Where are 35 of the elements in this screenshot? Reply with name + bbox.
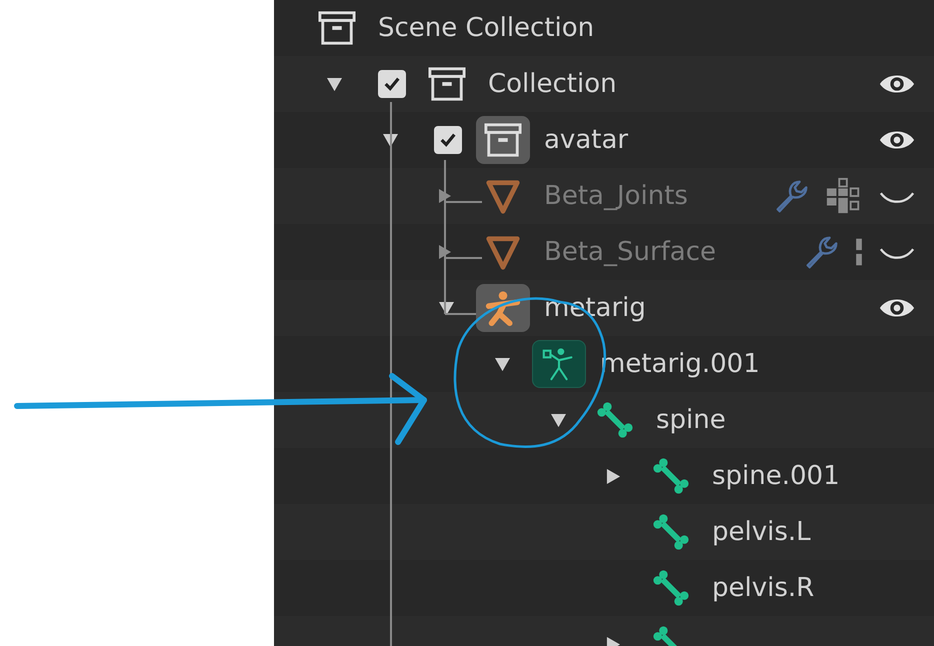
expand-arrow-icon [438, 188, 452, 204]
checkbox[interactable] [378, 70, 406, 98]
expand-toggle[interactable] [550, 412, 567, 428]
collapse-arrow-icon [438, 300, 455, 316]
expand-toggle[interactable] [606, 468, 621, 484]
collapse-arrow-icon [382, 132, 399, 148]
box-icon [318, 9, 356, 47]
collapse-arrow-icon [326, 76, 343, 92]
check-icon [383, 75, 401, 93]
expand-toggle[interactable] [382, 132, 399, 148]
box-icon [484, 121, 522, 159]
item-label[interactable]: Collection [488, 64, 617, 104]
item-label[interactable]: spine [656, 400, 726, 440]
item-label[interactable]: spine.001 [712, 456, 840, 496]
item-label[interactable]: pelvis.R [712, 568, 814, 608]
bone-icon [652, 513, 690, 551]
closed-eye-icon [878, 190, 916, 202]
item-label[interactable]: Scene Collection [378, 8, 594, 48]
collapse-arrow-icon [550, 412, 567, 428]
bone-icon [652, 457, 690, 495]
figure-icon [484, 289, 522, 327]
closed-eye-icon [878, 246, 916, 258]
checkbox[interactable] [434, 126, 462, 154]
expand-toggle[interactable] [494, 356, 511, 372]
expand-toggle[interactable] [326, 76, 343, 92]
box-icon [428, 65, 466, 103]
bone-icon [652, 569, 690, 607]
collapse-arrow-icon [494, 356, 511, 372]
item-label[interactable]: pelvis.L [712, 512, 811, 552]
expand-arrow-icon [438, 244, 452, 260]
item-label[interactable]: avatar [544, 120, 628, 160]
expand-toggle[interactable] [438, 300, 455, 316]
bone-icon [596, 401, 634, 439]
check-icon [439, 131, 457, 149]
expand-arrow-icon [606, 468, 621, 484]
